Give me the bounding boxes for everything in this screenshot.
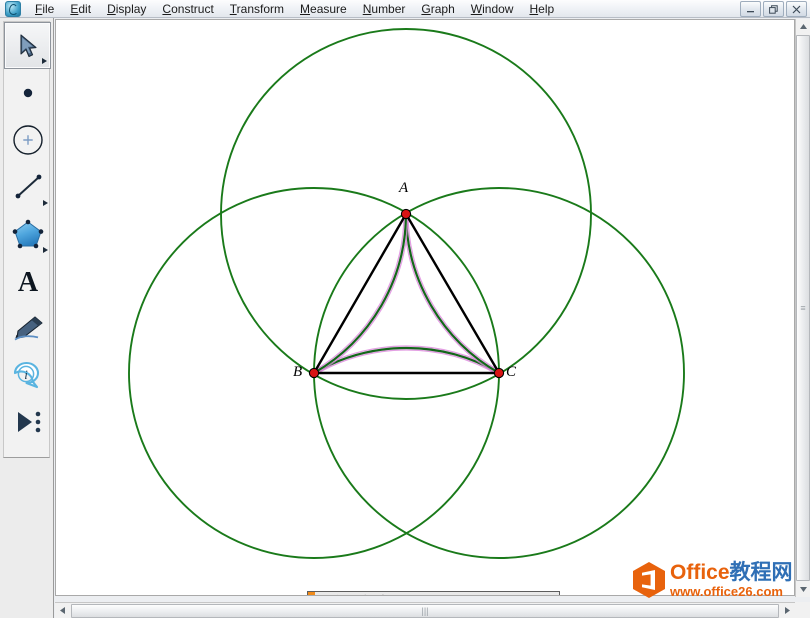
menu-graph[interactable]: Graph (413, 1, 462, 17)
menu-accelerator: H (529, 1, 539, 16)
window-controls (740, 1, 807, 17)
horizontal-scrollbar[interactable]: ||| (55, 602, 795, 618)
arrow-cursor-icon (19, 33, 37, 57)
sketchpad-window: File Edit Display Construct Transform Measure… (0, 0, 810, 618)
point-label-B[interactable]: B (293, 365, 302, 380)
caption-text-object[interactable]: 几何画板官网www.jihehuaban.com.cn (307, 591, 560, 596)
information-tool[interactable]: i (4, 351, 51, 398)
text-tool[interactable]: A (4, 257, 51, 304)
menu-number[interactable]: Number (355, 1, 414, 17)
marker-pen-icon (13, 315, 43, 340)
letter-a-icon: A (17, 267, 38, 296)
menu-bar: File Edit Display Construct Transform Measure… (0, 0, 810, 18)
sketch-canvas[interactable]: A B C 几何画板官网www.jihehuaban.com.cn (55, 19, 795, 596)
scroll-left-button[interactable] (55, 603, 70, 618)
point-C[interactable] (493, 367, 505, 379)
segment-icon (15, 174, 41, 198)
scroll-grip: ||| (421, 605, 429, 616)
polygon-tool[interactable] (4, 210, 51, 257)
caption-text: 几何画板官网www.jihehuaban.com.cn (315, 593, 555, 596)
point-label-A[interactable]: A (399, 181, 408, 196)
scroll-down-button[interactable] (796, 582, 810, 597)
circle-icon (12, 124, 43, 155)
point-label-C[interactable]: C (506, 365, 516, 380)
pentagon-icon (12, 219, 43, 248)
tool-flyout-arrow[interactable] (42, 58, 47, 64)
minimize-button[interactable] (740, 1, 761, 17)
menu-measure[interactable]: Measure (292, 1, 355, 17)
menu-window[interactable]: Window (463, 1, 522, 17)
scroll-grip: ≡ (800, 302, 806, 313)
close-button[interactable] (786, 1, 807, 17)
menu-accelerator: E (70, 1, 79, 16)
point-A[interactable] (400, 208, 412, 220)
restore-button[interactable] (763, 1, 784, 17)
menu-construct[interactable]: Construct (154, 1, 221, 17)
tool-palette: A i (0, 18, 54, 618)
custom-tools-icon (17, 411, 40, 432)
info-balloon-icon: i (13, 361, 39, 388)
tool-flyout-arrow[interactable] (43, 200, 48, 206)
tool-flyout-arrow[interactable] (43, 247, 48, 253)
vertical-scroll-thumb[interactable]: ≡ (796, 35, 810, 581)
scroll-up-button[interactable] (796, 19, 810, 34)
menu-help[interactable]: Help (521, 1, 562, 17)
menu-accelerator: F (35, 1, 43, 16)
menu-display[interactable]: Display (99, 1, 154, 17)
svg-text:A: A (17, 267, 38, 296)
scroll-right-button[interactable] (780, 603, 795, 618)
tool-palette-box: A i (3, 21, 51, 458)
menu-accelerator: W (470, 1, 483, 16)
caption-handle[interactable] (308, 592, 315, 595)
marker-tool[interactable] (4, 304, 51, 351)
vertical-scrollbar[interactable]: ≡ (795, 19, 810, 597)
menu-items: File Edit Display Construct Transform Measure… (27, 1, 562, 17)
compass-tool[interactable] (4, 116, 51, 163)
straightedge-tool[interactable] (4, 163, 51, 210)
menu-accelerator: N (362, 1, 372, 16)
point-icon (23, 88, 32, 97)
menu-accelerator: D (107, 1, 116, 16)
custom-tools[interactable] (4, 398, 51, 445)
menu-accelerator: C (162, 1, 172, 16)
menu-file[interactable]: File (27, 1, 62, 17)
point-B[interactable] (308, 367, 320, 379)
point-tool[interactable] (4, 69, 51, 116)
arrow-select-tool[interactable] (4, 22, 51, 69)
svg-text:i: i (24, 367, 28, 382)
menu-edit[interactable]: Edit (62, 1, 99, 17)
sketchpad-icon (5, 0, 21, 17)
sketch-drawing[interactable] (56, 20, 794, 595)
horizontal-scroll-thumb[interactable]: ||| (71, 604, 779, 618)
scrollbar-corner (795, 602, 810, 618)
menu-accelerator: G (421, 1, 431, 16)
menu-accelerator: T (229, 1, 237, 16)
menu-transform[interactable]: Transform (222, 1, 292, 17)
menu-accelerator: M (300, 1, 311, 16)
